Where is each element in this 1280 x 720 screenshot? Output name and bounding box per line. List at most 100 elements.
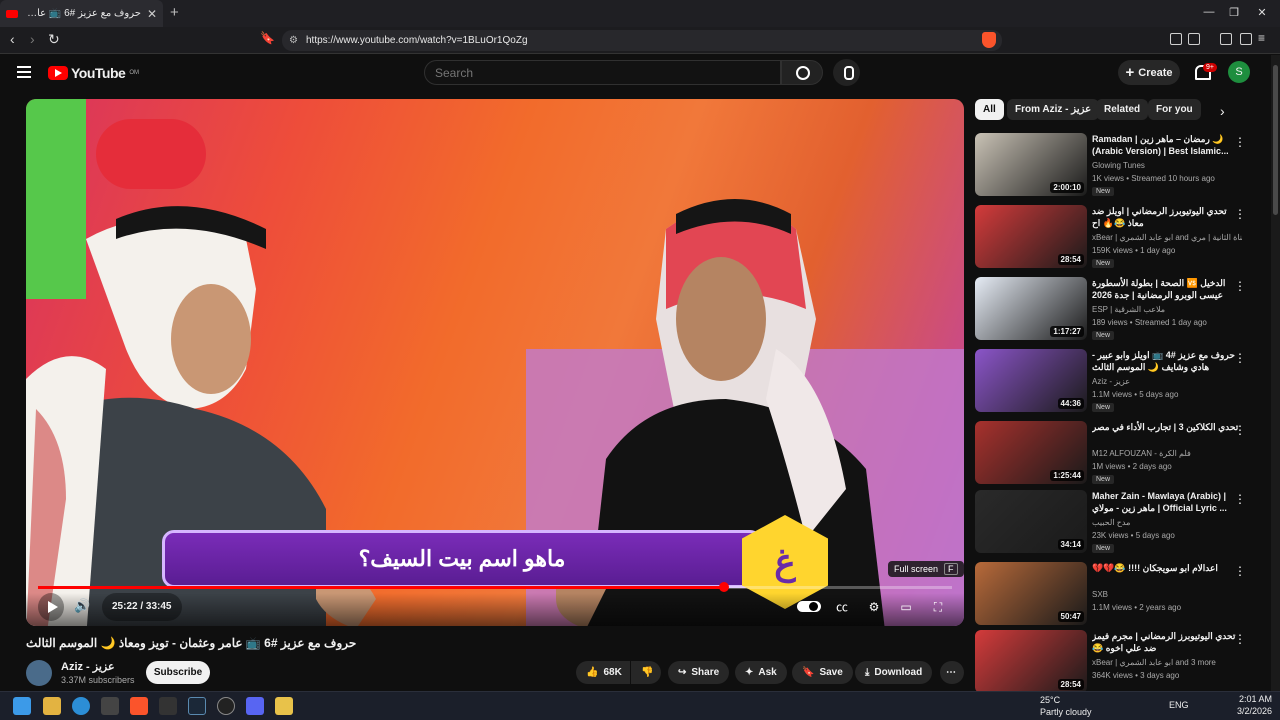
- chip-related[interactable]: Related: [1096, 99, 1149, 120]
- dislike-button[interactable]: 👎: [631, 661, 661, 684]
- recommended-video[interactable]: 34:14 Maher Zain - Mawlaya (Arabic) | ماه…: [975, 490, 1265, 558]
- recommended-title[interactable]: Maher Zain - Mawlaya (Arabic) | ماهر زين…: [1092, 490, 1242, 514]
- fullscreen-icon[interactable]: ⛶: [926, 593, 950, 621]
- app-icon[interactable]: [275, 697, 293, 715]
- account-avatar[interactable]: S: [1228, 61, 1250, 83]
- more-options-icon[interactable]: ⋮: [1234, 492, 1246, 506]
- recommended-title[interactable]: Ramadan | رمضان – ماهر زين 🌙 (Arabic Ver…: [1092, 133, 1242, 157]
- chip-all[interactable]: All: [975, 99, 1004, 120]
- more-options-icon[interactable]: ⋮: [1234, 351, 1246, 365]
- recommended-channel[interactable]: M12 ALFOUZAN - فلم الكرة: [1092, 449, 1242, 458]
- file-explorer-icon[interactable]: [43, 697, 61, 715]
- more-options-icon[interactable]: ⋮: [1234, 135, 1246, 149]
- forward-icon[interactable]: ›: [30, 31, 35, 47]
- recommended-meta: 23K views • 5 days ago: [1092, 531, 1175, 540]
- chip-for-you[interactable]: For you: [1148, 99, 1201, 120]
- channel-avatar[interactable]: [26, 660, 52, 686]
- video-player[interactable]: ماهو اسم بيت السيف؟ غ Full screenF 25:22…: [26, 99, 964, 626]
- youtube-logo[interactable]: YouTube OM: [48, 65, 139, 81]
- discord-icon[interactable]: [246, 697, 264, 715]
- share-button[interactable]: ↪ Share: [668, 661, 730, 684]
- recommended-title[interactable]: اعدالام ابو سويجكان !!!! 😂💔💔: [1092, 562, 1242, 574]
- browser-menu-icon[interactable]: ≡: [1258, 31, 1265, 45]
- maximize-icon[interactable]: ❐: [1224, 6, 1244, 19]
- seek-bar[interactable]: [38, 582, 952, 592]
- hamburger-menu-icon[interactable]: [17, 66, 31, 81]
- recommended-video[interactable]: 1:17:27 الدخيل 🆚 الصحة | بطولة الأسطورة ع…: [975, 277, 1265, 345]
- recommended-video[interactable]: 50:47 اعدالام ابو سويجكان !!!! 😂💔💔 SXB 1.1M…: [975, 562, 1265, 630]
- recommended-title[interactable]: تحدي اليوتيوبرز الرمضاني | مجرم فيمز ضد …: [1092, 630, 1242, 654]
- recommended-video[interactable]: 44:36 حروف مع عزيز #4 📺 اويلز وابو عبير -…: [975, 349, 1265, 417]
- sidebar-icon[interactable]: [1240, 33, 1252, 45]
- voice-search-button[interactable]: [833, 59, 860, 86]
- media-icon[interactable]: [1220, 33, 1232, 45]
- recommended-video[interactable]: 28:54 تحدي اليوتيوبرز الرمضاني | مجرم فيم…: [975, 630, 1265, 698]
- recommended-video[interactable]: 1:25:44 تحدي الكلاكين 3 | تجارب الأداء في…: [975, 421, 1265, 489]
- recommended-channel[interactable]: xBear | ابو عابد الشمري and 3 more: [1092, 658, 1242, 667]
- edge-icon[interactable]: [72, 697, 90, 715]
- video-duration: 1:25:44: [1050, 470, 1084, 481]
- sparkle-icon: ✦: [745, 667, 754, 678]
- browser-tab[interactable]: حروف مع عزيز #6 📺 عامر و... ✕: [0, 0, 163, 27]
- recommended-title[interactable]: الدخيل 🆚 الصحة | بطولة الأسطورة عيسى الو…: [1092, 277, 1242, 301]
- close-window-icon[interactable]: ✕: [1252, 6, 1272, 19]
- volume-icon[interactable]: [70, 593, 96, 621]
- weather-widget[interactable]: 25°C Partly cloudy: [1040, 694, 1092, 718]
- extensions-icon[interactable]: [1170, 33, 1182, 45]
- recommended-title[interactable]: تحدي اليوتيوبرز الرمضاني | اويلز ضد معاذ…: [1092, 205, 1242, 229]
- channel-name[interactable]: Aziz - عزيز: [61, 660, 115, 673]
- recommended-title[interactable]: حروف مع عزيز #4 📺 اويلز وابو عبير - هادي…: [1092, 349, 1242, 373]
- back-icon[interactable]: ‹: [10, 31, 15, 47]
- more-options-icon[interactable]: ⋮: [1234, 279, 1246, 293]
- site-info-icon[interactable]: ⚙: [289, 30, 298, 51]
- more-options-icon[interactable]: ⋮: [1234, 564, 1246, 578]
- recommended-video[interactable]: 28:54 تحدي اليوتيوبرز الرمضاني | اويلز ضد…: [975, 205, 1265, 273]
- theater-mode-icon[interactable]: ▭: [894, 593, 918, 621]
- close-tab-icon[interactable]: ✕: [147, 7, 157, 21]
- more-actions-icon[interactable]: ⋯: [940, 661, 964, 684]
- brave-shields-icon[interactable]: [982, 32, 996, 48]
- recommended-title[interactable]: تحدي الكلاكين 3 | تجارب الأداء في مصر: [1092, 421, 1242, 433]
- create-button[interactable]: + Create: [1118, 60, 1180, 85]
- recommended-channel[interactable]: SXB: [1092, 590, 1242, 599]
- search-button[interactable]: [781, 60, 823, 85]
- recommended-channel[interactable]: ESP | ملاعب الشرقية: [1092, 305, 1242, 314]
- brave-taskbar-icon[interactable]: [130, 697, 148, 715]
- store-icon[interactable]: [101, 697, 119, 715]
- recommended-channel[interactable]: Aziz - عزيز: [1092, 377, 1242, 386]
- recommended-video[interactable]: 2:00:10 Ramadan | رمضان – ماهر زين 🌙 (Ara…: [975, 133, 1265, 201]
- url-field[interactable]: ⚙ https://www.youtube.com/watch?v=1BLuOr…: [282, 30, 1002, 51]
- wallet-icon[interactable]: [1188, 33, 1200, 45]
- input-language[interactable]: ENG: [1169, 700, 1189, 710]
- system-clock[interactable]: 2:01 AM 3/2/2026: [1237, 693, 1272, 717]
- subscribe-button[interactable]: Subscribe: [146, 661, 210, 684]
- tooltip-label: Full screen: [894, 564, 939, 574]
- captions-icon[interactable]: ㏄: [830, 593, 854, 621]
- chevron-right-icon[interactable]: ›: [1220, 103, 1225, 119]
- steam-icon[interactable]: [188, 697, 206, 715]
- more-options-icon[interactable]: ⋮: [1234, 423, 1246, 437]
- recommended-channel[interactable]: مدح الحبيب: [1092, 518, 1242, 527]
- autoplay-toggle[interactable]: [797, 601, 821, 612]
- chip-from-channel[interactable]: From Aziz - عزيز: [1007, 99, 1100, 120]
- minimize-icon[interactable]: —: [1199, 6, 1219, 18]
- more-options-icon[interactable]: ⋮: [1234, 632, 1246, 646]
- recommended-channel[interactable]: xBear | ابو عابد الشمري and القناة الثان…: [1092, 233, 1242, 242]
- settings-gear-icon[interactable]: ⚙: [862, 593, 886, 621]
- download-button[interactable]: ⤓ Download: [855, 661, 933, 684]
- recommended-channel[interactable]: Glowing Tunes: [1092, 161, 1242, 170]
- play-button[interactable]: [38, 593, 64, 621]
- page-scrollbar[interactable]: [1271, 55, 1280, 691]
- save-button[interactable]: 🔖 Save: [792, 661, 853, 684]
- windows-start-icon[interactable]: [13, 697, 31, 715]
- more-options-icon[interactable]: ⋮: [1234, 207, 1246, 221]
- scrollbar-thumb[interactable]: [1273, 65, 1278, 215]
- app-icon[interactable]: [159, 697, 177, 715]
- reload-icon[interactable]: ↻: [48, 31, 60, 48]
- bookmark-icon[interactable]: 🔖: [260, 31, 275, 45]
- new-tab-icon[interactable]: +: [170, 4, 179, 21]
- ask-button[interactable]: ✦ Ask: [735, 661, 787, 684]
- like-button[interactable]: 👍 68K: [576, 661, 630, 684]
- app-icon[interactable]: [217, 697, 235, 715]
- search-input[interactable]: [424, 60, 781, 85]
